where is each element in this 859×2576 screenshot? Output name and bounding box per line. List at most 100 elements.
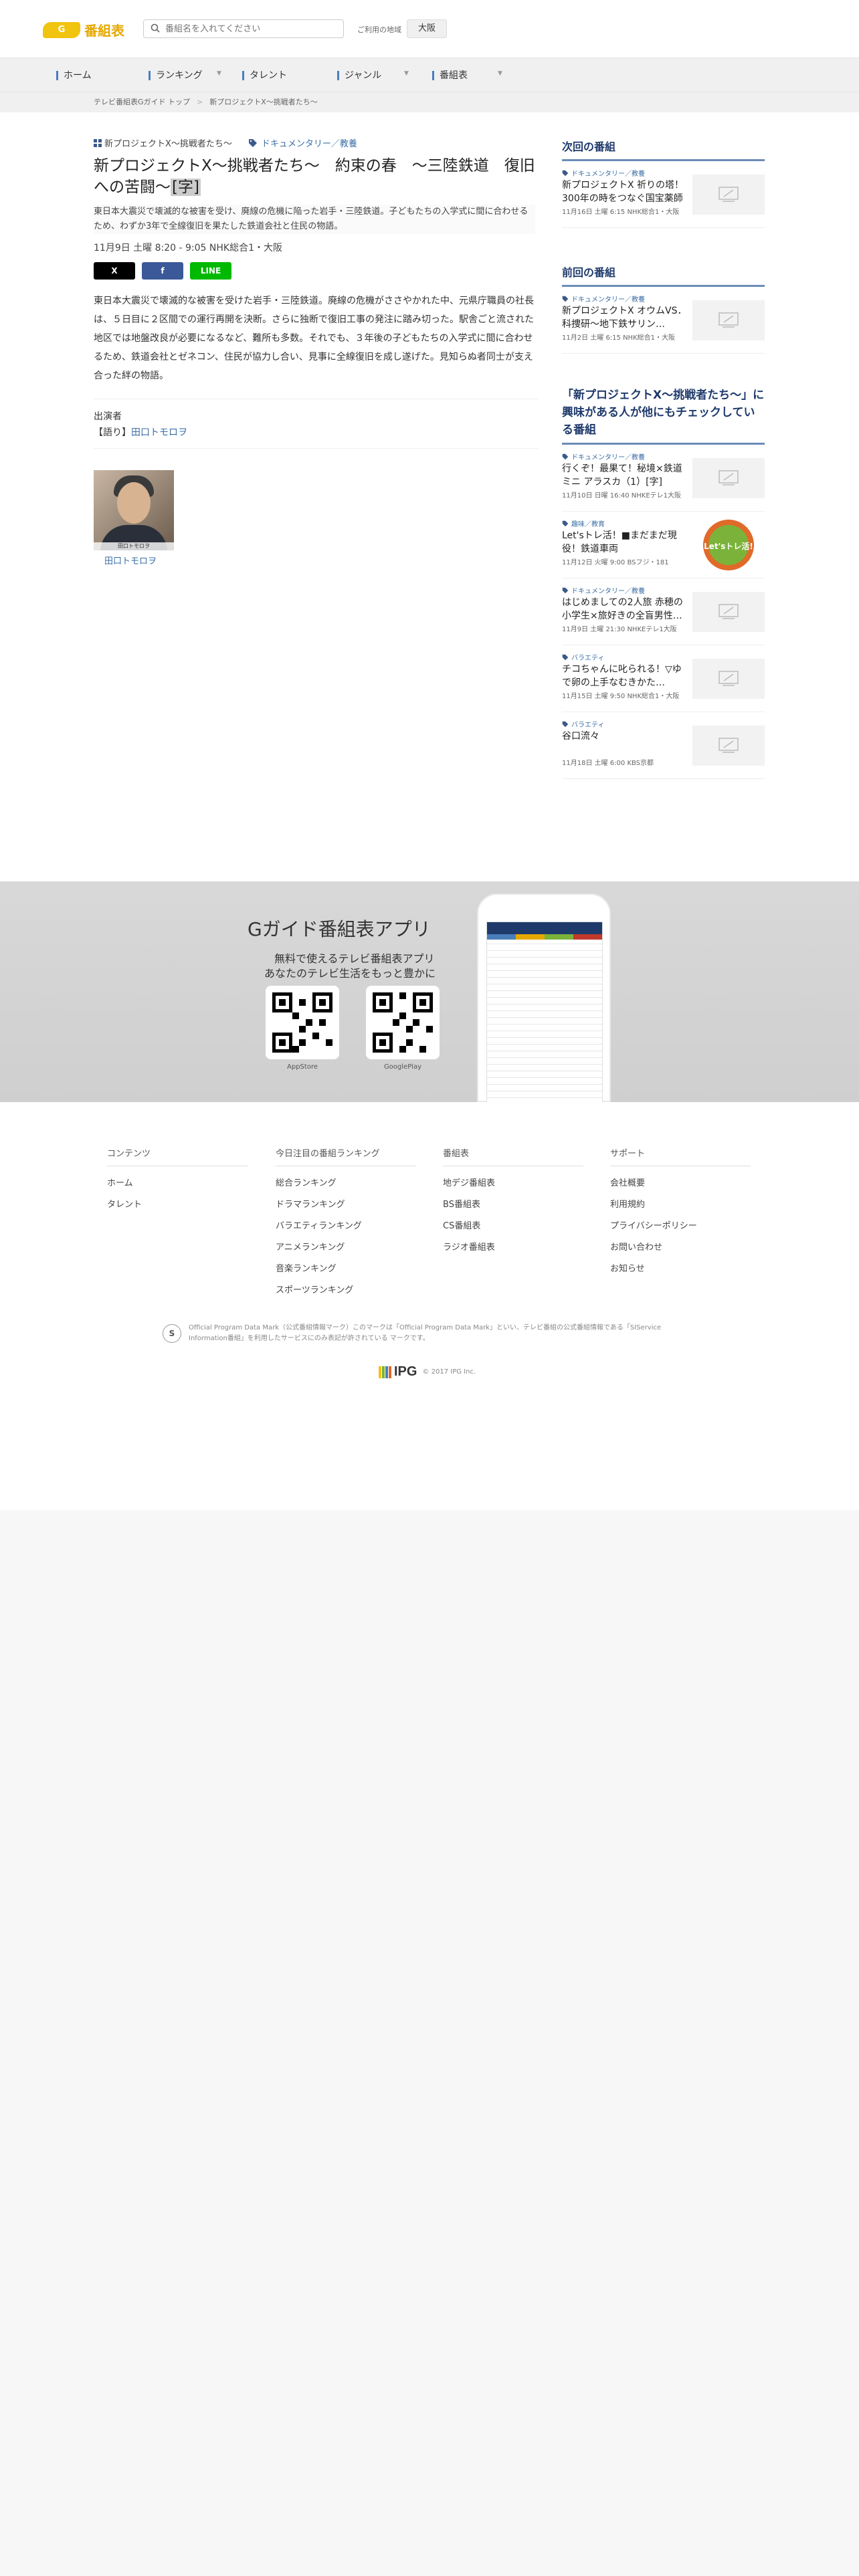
card-thumbnail	[692, 458, 765, 498]
footer-link[interactable]: ホーム	[107, 1173, 248, 1194]
chevron-down-icon[interactable]: ▼	[217, 70, 221, 77]
phone-mockup	[477, 893, 611, 1103]
card-genre-label: 趣味／教育	[571, 521, 605, 528]
program-card[interactable]: ドキュメンタリー／教養 はじめましての2人旅 赤穂の小学生×旅好きの全盲男性… …	[562, 578, 765, 645]
nav-item-genre[interactable]: ジャンル	[337, 58, 381, 93]
program-card[interactable]: ドキュメンタリー／教養 新プロジェクトX オウムVS．科捜研～地下鉄サリン… 1…	[562, 287, 765, 354]
program-card[interactable]: 趣味／教育 Let'sトレ活！■まだまだ現役！鉄道車両 11月12日 火曜 9:…	[562, 512, 765, 578]
tag-icon	[562, 587, 569, 594]
footer-link[interactable]: スポーツランキング	[276, 1280, 416, 1301]
search-input[interactable]	[165, 23, 332, 34]
card-thumbnail	[692, 300, 765, 340]
footer-link[interactable]: タレント	[107, 1194, 248, 1216]
nav-label: ジャンル	[345, 70, 382, 81]
footer-link[interactable]: BS番組表	[443, 1194, 583, 1216]
phone-grid	[487, 940, 602, 1103]
program-card[interactable]: バラエティ 谷口流々 11月18日 土曜 6:00 KBS京都	[562, 712, 765, 779]
letstore-logo: Let'sトレ活!	[703, 520, 754, 570]
program-title: 新プロジェクトX～挑戦者たち～ 約束の春 ～三陸鉄道 復旧への苦闘～[字]	[94, 155, 535, 198]
card-genre: ドキュメンタリー／教養	[562, 294, 645, 304]
region-select-button[interactable]: 大阪	[407, 19, 447, 38]
card-sub: 11月12日 火曜 9:00 BSフジ・181	[562, 559, 669, 566]
footer-link[interactable]: ドラマランキング	[276, 1194, 416, 1216]
footer-link[interactable]: お知らせ	[610, 1259, 751, 1280]
card-genre-label: バラエティ	[571, 722, 605, 729]
cast-photo[interactable]: 田口トモロヲ	[94, 470, 174, 550]
genre-link[interactable]: ドキュメンタリー／教養	[262, 136, 357, 149]
footer-link[interactable]: ラジオ番組表	[443, 1237, 583, 1259]
cast-role: 【語り】	[94, 427, 131, 438]
phone-screen	[486, 922, 603, 1103]
card-genre: ドキュメンタリー／教養	[562, 451, 645, 461]
card-title: 行くぞ！最果て！秘境×鉄道ミニ アラスカ（1）[字]	[562, 463, 682, 488]
nav-item-talent[interactable]: タレント	[242, 58, 287, 93]
sidebar-prev: 前回の番組 ドキュメンタリー／教養 新プロジェクトX オウムVS．科捜研～地下鉄…	[562, 263, 765, 354]
card-thumbnail	[692, 592, 765, 632]
footer-note: Official Program Data Mark（公式番組情報マーク）このマ…	[189, 1324, 662, 1342]
nav-label: ホーム	[64, 70, 92, 81]
subtitle-badge: [字]	[171, 179, 201, 196]
share-facebook-button[interactable]: f	[142, 262, 183, 280]
nav-marker	[337, 71, 339, 80]
card-sub: 11月15日 土曜 9:50 NHK総合1・大阪	[562, 693, 680, 700]
program-card[interactable]: ドキュメンタリー／教養 行くぞ！最果て！秘境×鉄道ミニ アラスカ（1）[字] 1…	[562, 445, 765, 512]
footer-link[interactable]: 利用規約	[610, 1194, 751, 1216]
page: G 番組表 ご利用の地域 大阪 ホーム ランキング ▼ タレント ジャンル	[0, 0, 859, 2576]
search-box	[143, 19, 344, 38]
cast-name-link[interactable]: 田口トモロヲ	[131, 427, 187, 438]
search-icon[interactable]	[151, 23, 160, 35]
footer-link[interactable]: 総合ランキング	[276, 1173, 416, 1194]
chevron-down-icon[interactable]: ▼	[498, 70, 502, 77]
footer-col-contents: コンテンツ ホーム タレント	[107, 1146, 248, 1216]
share-line-button[interactable]: LINE	[190, 262, 231, 280]
nav-item-home[interactable]: ホーム	[56, 58, 92, 93]
footer-link[interactable]: 音楽ランキング	[276, 1259, 416, 1280]
sidebar-next: 次回の番組 ドキュメンタリー／教養 新プロジェクトX 祈りの塔！300年の時をつ…	[562, 138, 765, 228]
sidebar-related: 「新プロジェクトX～挑戦者たち～」に興味がある人が他にもチェックしている番組 ド…	[562, 387, 765, 779]
breadcrumb-separator: >	[197, 98, 203, 106]
footer-link[interactable]: 地デジ番組表	[443, 1173, 583, 1194]
chevron-down-icon[interactable]: ▼	[404, 70, 409, 77]
card-sub: 11月2日 土曜 6:15 NHK総合1・大阪	[562, 334, 675, 342]
nav-item-ranking[interactable]: ランキング	[149, 58, 203, 93]
nav-marker	[149, 71, 151, 80]
program-card[interactable]: ドキュメンタリー／教養 新プロジェクトX 祈りの塔！300年の時をつなぐ国宝薬師…	[562, 161, 765, 228]
phone-channel-strip	[487, 934, 602, 940]
footer-link[interactable]: プライバシーポリシー	[610, 1216, 751, 1237]
copyright: © 2017 IPG Inc.	[422, 1368, 476, 1376]
share-x-button[interactable]: X	[94, 262, 135, 280]
card-title: はじめましての2人旅 赤穂の小学生×旅好きの全盲男性…	[562, 597, 683, 621]
card-title: Let'sトレ活！■まだまだ現役！鉄道車両	[562, 530, 677, 554]
ipg-name: IPG	[394, 1364, 417, 1379]
footer-link[interactable]: お問い合わせ	[610, 1237, 751, 1259]
card-thumbnail: Let'sトレ活!	[692, 518, 765, 572]
nav-item-schedule[interactable]: 番組表	[432, 58, 468, 93]
program-card[interactable]: バラエティ チコちゃんに叱られる！▽ゆで卵の上手なむきかた… 11月15日 土曜…	[562, 645, 765, 712]
footer-link[interactable]: バラエティランキング	[276, 1216, 416, 1237]
appstore-qr[interactable]	[266, 986, 339, 1059]
card-title: 谷口流々	[562, 731, 599, 742]
banner-title: Gガイド番組表アプリ	[248, 918, 431, 940]
card-genre-label: ドキュメンタリー／教養	[571, 171, 645, 178]
logo-mark: G	[43, 21, 80, 38]
footer-link[interactable]: アニメランキング	[276, 1237, 416, 1259]
card-genre-label: ドキュメンタリー／教養	[571, 454, 645, 461]
appstore-label: AppStore	[287, 1063, 318, 1071]
banner-subtitle: あなたのテレビ生活をもっと豊かに	[264, 967, 436, 980]
program-meta: 新プロジェクトX～挑戦者たち～ ドキュメンタリー／教養	[94, 136, 357, 149]
breadcrumb-item-top[interactable]: テレビ番組表Gガイド トップ	[94, 98, 190, 106]
footer-heading: 番組表	[443, 1146, 583, 1166]
footer-link[interactable]: 会社概要	[610, 1173, 751, 1194]
site-logo[interactable]: G 番組表	[43, 20, 124, 39]
footer-col-support: サポート 会社概要 利用規約 プライバシーポリシー お問い合わせ お知らせ	[610, 1146, 751, 1280]
breadcrumb: テレビ番組表Gガイド トップ > 新プロジェクトX～挑戦者たち～	[94, 92, 318, 112]
cast-photo-name[interactable]: 田口トモロヲ	[104, 554, 157, 566]
footer-link[interactable]: CS番組表	[443, 1216, 583, 1237]
program-summary: 東日本大震災で壊滅的な被害を受け、廃線の危機に陥った岩手・三陸鉄道。子どもたちの…	[94, 205, 535, 234]
card-thumbnail	[692, 659, 765, 699]
card-genre: ドキュメンタリー／教養	[562, 585, 645, 595]
program-airtime: 11月9日 土曜 8:20 - 9:05 NHK総合1・大阪	[94, 243, 282, 253]
googleplay-qr[interactable]	[366, 986, 440, 1059]
card-title: 新プロジェクトX 祈りの塔！300年の時をつなぐ国宝薬師寺…	[562, 180, 684, 204]
series-link[interactable]: 新プロジェクトX～挑戦者たち～	[104, 136, 232, 149]
